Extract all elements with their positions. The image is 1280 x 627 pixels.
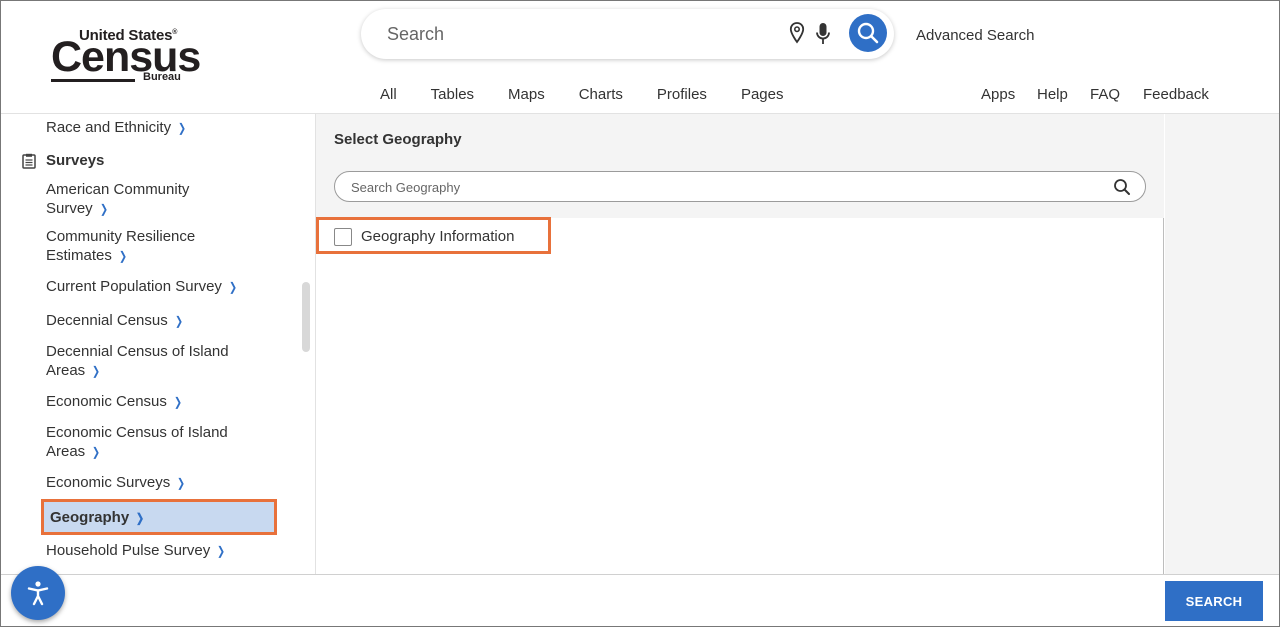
chevron-right-icon: ❯ bbox=[173, 395, 182, 409]
sidebar-heading-surveys: Surveys bbox=[21, 152, 104, 169]
sidebar-item-label: Economic Census of Island Areas bbox=[46, 424, 228, 460]
search-icon bbox=[857, 22, 879, 44]
right-gutter bbox=[1165, 114, 1279, 574]
sidebar-item-economic-census[interactable]: Economic Census ❯ bbox=[46, 392, 183, 412]
chevron-right-icon: ❯ bbox=[92, 364, 101, 378]
apps-link[interactable]: Apps bbox=[981, 86, 1015, 103]
sidebar-item-current-population-survey[interactable]: Current Population Survey ❯ bbox=[46, 277, 238, 297]
chevron-right-icon: ❯ bbox=[228, 280, 237, 294]
census-logo[interactable]: United States® Census Bureau bbox=[51, 27, 201, 87]
help-link[interactable]: Help bbox=[1037, 86, 1068, 103]
search-input[interactable] bbox=[387, 21, 787, 47]
sidebar-scrollbar[interactable] bbox=[302, 282, 310, 352]
geography-information-checkbox[interactable] bbox=[334, 228, 352, 246]
advanced-search-link[interactable]: Advanced Search bbox=[916, 27, 1034, 44]
sidebar-item-label: Decennial Census of Island Areas bbox=[46, 343, 229, 379]
microphone-icon[interactable] bbox=[815, 22, 831, 46]
tab-tables[interactable]: Tables bbox=[431, 86, 474, 103]
tab-charts[interactable]: Charts bbox=[579, 86, 623, 103]
sidebar-item-label: Race and Ethnicity bbox=[46, 119, 172, 136]
geography-panel: Select Geography Geography Information bbox=[316, 114, 1164, 574]
sidebar-item-label: Decennial Census bbox=[46, 312, 168, 329]
sidebar-item-economic-surveys[interactable]: Economic Surveys ❯ bbox=[46, 473, 186, 493]
geography-search-input[interactable] bbox=[351, 178, 1091, 196]
chevron-right-icon: ❯ bbox=[178, 121, 187, 135]
tab-profiles[interactable]: Profiles bbox=[657, 86, 707, 103]
chevron-right-icon: ❯ bbox=[174, 314, 183, 328]
accessibility-button[interactable] bbox=[11, 566, 65, 620]
chevron-right-icon: ❯ bbox=[217, 544, 226, 558]
tab-pages[interactable]: Pages bbox=[741, 86, 784, 103]
feedback-link[interactable]: Feedback bbox=[1143, 86, 1209, 103]
location-pin-icon[interactable] bbox=[789, 22, 805, 44]
tab-all[interactable]: All bbox=[380, 86, 397, 103]
sidebar-item-label: Household Pulse Survey bbox=[46, 542, 211, 559]
geography-information-label: Geography Information bbox=[361, 228, 515, 245]
sidebar-item-label: American Community Survey bbox=[46, 181, 190, 217]
sidebar-item-label: Economic Census bbox=[46, 393, 167, 410]
chevron-right-icon: ❯ bbox=[177, 476, 186, 490]
logo-underline bbox=[51, 79, 135, 82]
sidebar-item-label: Economic Surveys bbox=[46, 474, 171, 491]
chevron-right-icon: ❯ bbox=[118, 249, 127, 263]
sidebar-item-economic-census-of-island-areas[interactable]: Economic Census of Island Areas ❯ bbox=[46, 423, 246, 462]
sidebar-heading-label: Surveys bbox=[46, 152, 105, 169]
panel-title: Select Geography bbox=[334, 131, 462, 148]
search-button[interactable] bbox=[849, 14, 887, 52]
sidebar-item-community-resilience-estimates[interactable]: Community Resilience Estimates ❯ bbox=[46, 227, 226, 266]
sidebar-item-label: Current Population Survey bbox=[46, 278, 222, 295]
logo-line3: Bureau bbox=[143, 71, 181, 83]
sidebar-item-american-community-survey[interactable]: American Community Survey ❯ bbox=[46, 180, 226, 219]
sidebar-item-race-and-ethnicity[interactable]: Race and Ethnicity ❯ bbox=[46, 118, 187, 138]
geography-information-option[interactable]: Geography Information bbox=[316, 217, 551, 254]
faq-link[interactable]: FAQ bbox=[1090, 86, 1120, 103]
apply-search-button[interactable]: SEARCH bbox=[1165, 581, 1263, 621]
clipboard-list-icon bbox=[22, 153, 36, 169]
footer-bar bbox=[1, 574, 1279, 626]
global-search-bar bbox=[361, 9, 894, 59]
filter-sidebar: Race and Ethnicity ❯ Surveys American Com… bbox=[1, 114, 316, 574]
chevron-right-icon: ❯ bbox=[136, 511, 145, 525]
sidebar-item-geography[interactable]: Geography ❯ bbox=[41, 499, 277, 535]
accessibility-icon bbox=[27, 581, 49, 606]
geography-search-field bbox=[334, 171, 1146, 202]
search-icon[interactable] bbox=[1113, 178, 1131, 196]
sidebar-item-label: Geography bbox=[50, 509, 130, 526]
sidebar-item-decennial-census-of-island-areas[interactable]: Decennial Census of Island Areas ❯ bbox=[46, 342, 246, 381]
chevron-right-icon: ❯ bbox=[99, 202, 108, 216]
tab-maps[interactable]: Maps bbox=[508, 86, 545, 103]
result-type-tabs: All Tables Maps Charts Profiles Pages bbox=[380, 86, 817, 103]
chevron-right-icon: ❯ bbox=[92, 445, 101, 459]
panel-header-area bbox=[316, 114, 1164, 218]
site-header: United States® Census Bureau Advanced Se… bbox=[1, 1, 1279, 114]
sidebar-item-household-pulse-survey[interactable]: Household Pulse Survey ❯ bbox=[46, 541, 226, 561]
sidebar-item-decennial-census[interactable]: Decennial Census ❯ bbox=[46, 311, 184, 331]
